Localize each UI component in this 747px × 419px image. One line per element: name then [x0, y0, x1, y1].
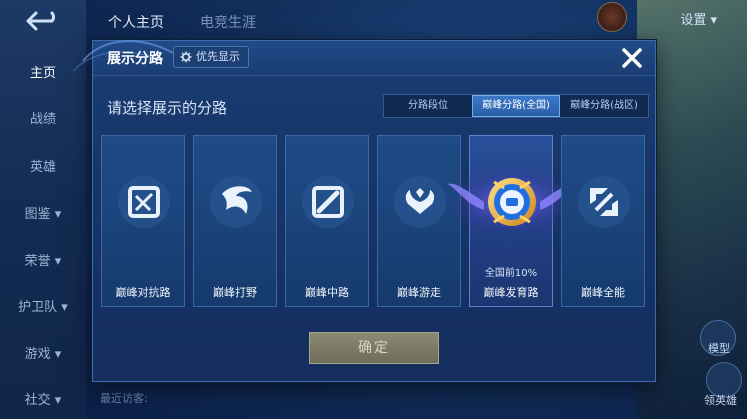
rank-text: 全国前10% [484, 268, 538, 279]
tab-profile[interactable]: 个人主页 [108, 12, 164, 32]
tab-peak-national[interactable]: 巅峰分路(全国) [472, 95, 560, 117]
mid-lane-icon [302, 176, 354, 228]
card-label: 巅峰中路 [305, 286, 349, 299]
tab-peak-region[interactable]: 巅峰分路(战区) [560, 95, 648, 117]
nav-item-heroes[interactable]: 英雄 [0, 156, 86, 175]
confirm-button[interactable]: 确定 [309, 332, 439, 364]
route-card-clash[interactable]: 巅峰对抗路 [101, 135, 185, 307]
tab-lane-rank[interactable]: 分路段位 [384, 95, 472, 117]
gear-icon [180, 51, 192, 63]
model-label: 模型 [708, 342, 730, 355]
settings-button[interactable]: 设置 ▾ [680, 9, 717, 28]
card-label: 巅峰发育路 [483, 286, 539, 299]
route-card-allround[interactable]: 巅峰全能 [561, 135, 645, 307]
nav-item-social[interactable]: 社交 ▾ [0, 389, 86, 408]
card-label: 巅峰对抗路 [115, 286, 171, 299]
nav-item-record[interactable]: 战绩 [0, 108, 86, 127]
priority-display-button[interactable]: 优先显示 [173, 46, 249, 68]
roam-icon [394, 176, 446, 228]
clash-lane-icon [118, 176, 170, 228]
card-label: 巅峰游走 [397, 286, 441, 299]
card-label: 巅峰全能 [581, 286, 625, 299]
dialog-subtitle: 请选择展示的分路 [107, 99, 228, 117]
close-icon[interactable] [619, 45, 645, 71]
avatar[interactable] [597, 2, 627, 32]
dialog-title: 展示分路 [107, 51, 163, 67]
route-card-jungle[interactable]: 巅峰打野 [193, 135, 277, 307]
route-card-mid[interactable]: 巅峰中路 [285, 135, 369, 307]
dialog-header: 展示分路 优先显示 [73, 40, 655, 76]
all-round-icon [578, 176, 630, 228]
route-card-farm[interactable]: 全国前10% 巅峰发育路 [446, 135, 578, 307]
jungle-icon [210, 176, 262, 228]
tab-esports[interactable]: 电竞生涯 [200, 12, 256, 32]
nav-item-guard[interactable]: 护卫队 ▾ [0, 296, 86, 315]
route-source-tabs: 分路段位 巅峰分路(全国) 巅峰分路(战区) [383, 94, 649, 118]
route-display-dialog: 展示分路 优先显示 请选择展示的分路 分路段位 巅峰分路(全国) 巅峰分路(战区… [73, 40, 656, 382]
farm-lane-badge-icon [446, 168, 578, 236]
recent-visitors[interactable]: 最近访客: [100, 390, 148, 406]
nav-item-honor[interactable]: 荣誉 ▾ [0, 250, 86, 269]
claim-hero-label: 领英雄 [704, 394, 737, 407]
nav-item-collection[interactable]: 图鉴 ▾ [0, 203, 86, 222]
card-label: 巅峰打野 [213, 286, 257, 299]
back-arrow-icon[interactable] [22, 8, 62, 34]
nav-item-games[interactable]: 游戏 ▾ [0, 343, 86, 362]
